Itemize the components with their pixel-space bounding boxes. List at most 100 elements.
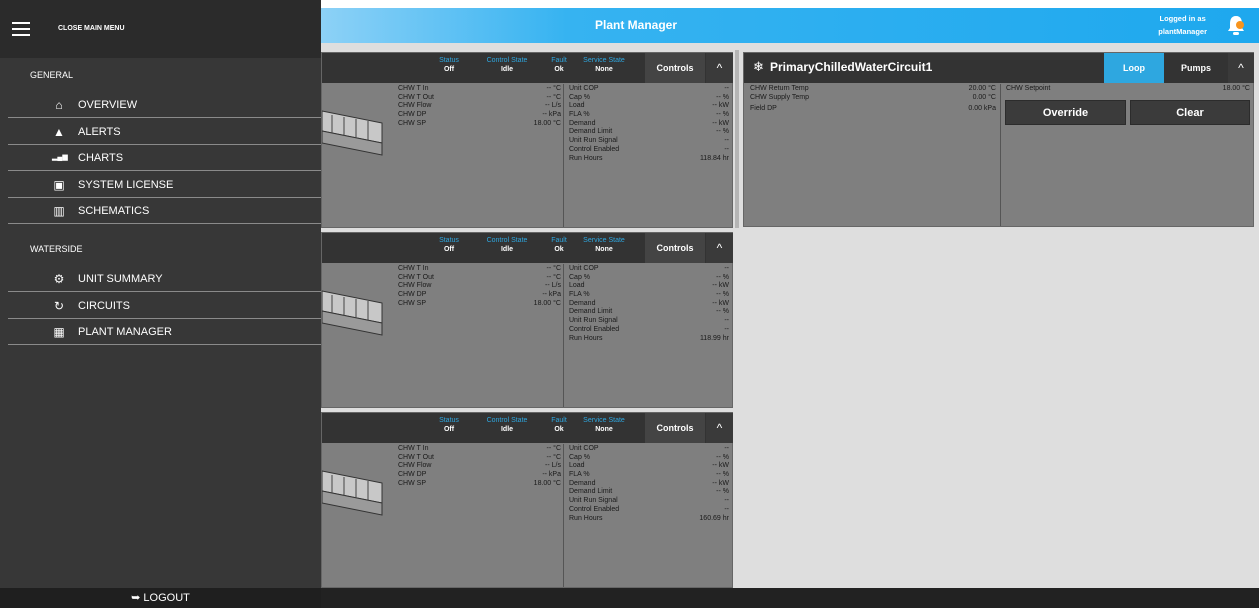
sidebar-item-label: PLANT MANAGER — [78, 326, 172, 339]
value-row: Unit COP -- — [569, 265, 729, 274]
sidebar-item-building[interactable]: ▦ PLANT MANAGER — [8, 319, 321, 346]
value-label: Unit COP — [569, 265, 599, 272]
tab-pumps[interactable]: Pumps — [1165, 53, 1227, 83]
sidebar-item-bar-chart[interactable]: ▂▄▆ CHARTS — [8, 145, 321, 172]
sidebar-item-warning[interactable]: ▲ ALERTS — [8, 119, 321, 145]
value-row: Load -- kW — [569, 282, 729, 291]
sidebar-item-refresh[interactable]: ↻ CIRCUITS — [8, 293, 321, 319]
value-reading: -- L/s — [545, 102, 561, 110]
value-row: Control Enabled -- — [569, 506, 729, 515]
sidebar-item-label: CIRCUITS — [78, 299, 130, 312]
value-label: Demand — [569, 479, 596, 487]
divider — [1000, 84, 1001, 226]
loop-collapse-chevron-icon[interactable]: ^ — [1228, 53, 1254, 83]
value-label: Unit Run Signal — [569, 497, 618, 505]
header-field-value: Idle — [500, 246, 514, 253]
value-row: CHW Flow -- L/s — [398, 102, 561, 111]
tab-loop[interactable]: Loop — [1104, 53, 1164, 83]
refresh-icon: ↻ — [53, 298, 65, 313]
controls-button[interactable]: Controls — [645, 233, 705, 263]
value-row: Cap % -- % — [569, 94, 729, 103]
header-field-value: Off — [443, 66, 455, 73]
value-reading: -- °C — [546, 85, 561, 92]
loop-panel-header: ❄ PrimaryChilledWaterCircuit1 Loop Pumps… — [744, 53, 1254, 83]
value-reading: -- % — [716, 308, 729, 316]
value-row: Cap % -- % — [569, 454, 729, 463]
value-label: CHW T Out — [398, 453, 434, 461]
value-row: CHW SP 18.00 °C — [398, 300, 561, 309]
override-button[interactable]: Override — [1005, 100, 1126, 125]
logout-button[interactable]: ➥ LOGOUT — [0, 588, 321, 608]
sidebar-item-home[interactable]: ⌂ OVERVIEW — [8, 92, 321, 118]
collapse-chevron-icon[interactable]: ^ — [706, 53, 733, 83]
value-row: Demand Limit -- % — [569, 128, 729, 137]
value-reading: -- % — [716, 111, 729, 119]
close-menu-button[interactable]: CLOSE MAIN MENU — [58, 25, 125, 32]
value-reading: -- kW — [712, 479, 729, 487]
value-row: Demand -- kW — [569, 120, 729, 129]
controls-button[interactable]: Controls — [645, 53, 705, 83]
header-field-label: Control State — [486, 417, 528, 424]
value-label: CHW T Out — [398, 273, 434, 281]
value-row: CHW DP -- kPa — [398, 471, 561, 480]
value-reading: -- L/s — [545, 282, 561, 290]
value-label: Load — [569, 462, 585, 470]
value-reading: -- °C — [546, 273, 561, 281]
value-row: FLA % -- % — [569, 291, 729, 300]
username[interactable]: plantManager — [1158, 25, 1207, 38]
unit-right-values: Unit COP -- Cap % -- % Load -- kW FLA % -- % Dem… — [569, 445, 729, 523]
clear-button[interactable]: Clear — [1130, 100, 1250, 125]
value-label: Demand — [569, 119, 596, 127]
setpoint-value: 18.00 °C — [1222, 85, 1250, 92]
header-field: Fault Ok — [549, 236, 569, 254]
panel-scrollbar[interactable] — [735, 50, 739, 228]
divider — [563, 84, 564, 227]
value-row: Control Enabled -- — [569, 146, 729, 155]
value-row: Demand -- kW — [569, 300, 729, 309]
value-row: Field DP 0.00 kPa — [750, 105, 996, 114]
header-field: Service State None — [583, 56, 625, 74]
sidebar-item-gear[interactable]: ⚙ UNIT SUMMARY — [8, 266, 321, 292]
value-row: Load -- kW — [569, 102, 729, 111]
unit-left-values: CHW T In -- °C CHW T Out -- °C CHW Flow -- L/… — [398, 265, 561, 308]
value-reading: 18.00 °C — [533, 119, 561, 127]
chiller-unit-image — [322, 470, 383, 516]
value-row: CHW DP -- kPa — [398, 111, 561, 120]
notification-bell-icon[interactable] — [1225, 14, 1247, 36]
divider — [563, 444, 564, 587]
header-field: Status Off — [434, 236, 464, 254]
sidebar-item-license[interactable]: ▣ SYSTEM LICENSE — [8, 172, 321, 198]
value-row: Run Hours 118.99 hr — [569, 335, 729, 344]
value-row: CHW T Out -- °C — [398, 274, 561, 283]
value-row: CHW DP -- kPa — [398, 291, 561, 300]
collapse-chevron-icon[interactable]: ^ — [706, 233, 733, 263]
value-row: Run Hours 160.69 hr — [569, 515, 729, 524]
header-field-label: Service State — [583, 57, 625, 64]
controls-button[interactable]: Controls — [645, 413, 705, 443]
value-reading: -- — [724, 85, 729, 92]
value-reading: -- kW — [712, 282, 729, 290]
hamburger-icon[interactable] — [12, 22, 30, 36]
unit-panel-header: Status Off Control State Idle Fault Ok Service… — [322, 53, 733, 83]
sidebar-item-label: SCHEMATICS — [78, 205, 150, 218]
value-reading: -- kW — [712, 102, 729, 110]
value-row: FLA % -- % — [569, 471, 729, 480]
value-label: Cap % — [569, 93, 591, 101]
value-reading: 18.00 °C — [533, 479, 561, 487]
loop-setpoint-row: CHW Setpoint 18.00 °C — [1006, 85, 1250, 94]
value-label: Control Enabled — [569, 145, 620, 153]
value-label: CHW DP — [398, 471, 427, 479]
sidebar-item-map[interactable]: ▥ SCHEMATICS — [8, 198, 321, 225]
sidebar-item-label: ALERTS — [78, 125, 121, 138]
value-label: CHW SP — [398, 119, 426, 127]
collapse-chevron-icon[interactable]: ^ — [706, 413, 733, 443]
unit-right-values: Unit COP -- Cap % -- % Load -- kW FLA % -- % Dem… — [569, 85, 729, 163]
value-reading: 20.00 °C — [968, 85, 996, 92]
value-row: CHW T Out -- °C — [398, 454, 561, 463]
sidebar-item-label: CHARTS — [78, 152, 124, 165]
value-reading: -- — [724, 145, 729, 153]
value-label: Unit Run Signal — [569, 137, 618, 145]
value-label: CHW Flow — [398, 462, 432, 470]
value-label: Unit Run Signal — [569, 317, 618, 325]
home-icon: ⌂ — [55, 98, 63, 112]
